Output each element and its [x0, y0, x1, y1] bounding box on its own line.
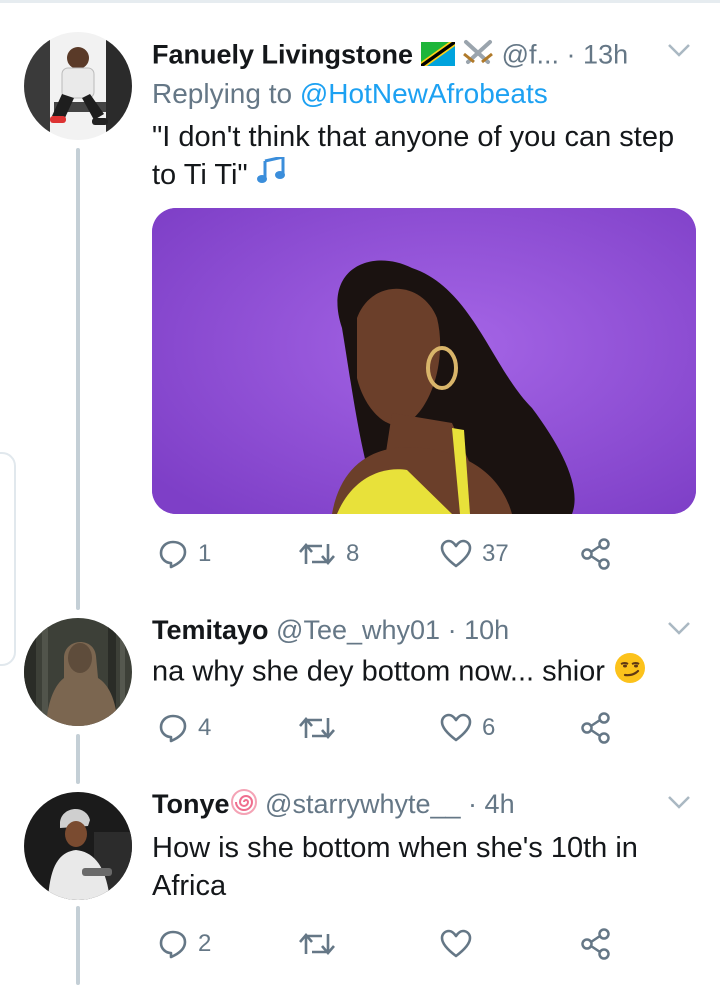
- share-button[interactable]: [580, 924, 612, 964]
- thread-line: [76, 906, 80, 985]
- replying-to-handle[interactable]: @HotNewAfrobeats: [300, 78, 548, 109]
- reply-icon: [159, 540, 187, 569]
- musical-notes-emoji: [256, 155, 286, 195]
- like-button[interactable]: 6: [440, 708, 495, 748]
- tweet-text-line: to Ti Ti": [152, 155, 674, 195]
- user-handle[interactable]: @f...: [502, 40, 559, 70]
- retweet-button[interactable]: [298, 708, 346, 748]
- tweet-actions: 4 6: [152, 708, 672, 748]
- timestamp[interactable]: 4h: [485, 789, 515, 819]
- thread-line: [76, 734, 80, 784]
- reply-icon: [159, 930, 187, 959]
- display-name[interactable]: Temitayo: [152, 615, 269, 645]
- display-name[interactable]: Fanuely Livingstone: [152, 40, 413, 70]
- side-panel-handle[interactable]: [0, 452, 16, 666]
- tweet-text: How is she bottom when she's 10th in Afr…: [152, 829, 638, 905]
- tweet-text: "I don't think that anyone of you can st…: [152, 118, 674, 195]
- retweet-button[interactable]: 8: [298, 534, 359, 574]
- fish-cake-emoji: [230, 788, 258, 823]
- avatar[interactable]: [24, 618, 132, 726]
- smirking-face-emoji: [613, 651, 647, 695]
- user-handle[interactable]: @starrywhyte__: [265, 789, 460, 819]
- tweet-text-fragment: to Ti Ti": [152, 159, 248, 191]
- retweet-icon: [299, 717, 335, 739]
- reply-count: 4: [198, 714, 212, 741]
- separator-dot: ·: [468, 789, 478, 819]
- reply-count: 1: [198, 540, 212, 567]
- retweet-button[interactable]: [298, 924, 346, 964]
- thread-line: [76, 148, 80, 610]
- retweet-count: 8: [346, 540, 360, 567]
- separator-dot: ·: [566, 39, 576, 70]
- heart-icon: [440, 929, 472, 958]
- separator-dot: ·: [447, 615, 457, 645]
- replying-to-label: Replying to: [152, 78, 293, 109]
- share-icon: [581, 712, 610, 744]
- tweet-header: Fanuely Livingstone @f... · 13h: [152, 38, 628, 75]
- reply-icon: [159, 714, 187, 743]
- replying-to: Replying to @HotNewAfrobeats: [152, 76, 548, 112]
- tweet-header: Tonye @starrywhyte__ · 4h: [152, 788, 515, 823]
- share-button[interactable]: [580, 534, 612, 574]
- chevron-down-icon[interactable]: [666, 42, 692, 58]
- tweet-header: Temitayo @Tee_why01 · 10h: [152, 614, 509, 646]
- avatar[interactable]: [24, 792, 132, 900]
- tweet-text-line: Africa: [152, 870, 227, 902]
- tweet-photo[interactable]: [152, 208, 696, 514]
- heart-icon: [440, 713, 472, 742]
- user-handle[interactable]: @Tee_why01: [276, 615, 440, 645]
- retweet-icon: [299, 543, 335, 565]
- reply-button[interactable]: 4: [158, 708, 211, 748]
- share-button[interactable]: [580, 708, 612, 748]
- share-icon: [581, 928, 610, 960]
- top-divider: [0, 0, 720, 3]
- tweet-actions: 1 8 37: [152, 534, 672, 574]
- tweet-text-fragment: na why she dey bottom now... shior: [152, 655, 605, 688]
- retweet-icon: [299, 933, 335, 955]
- tanzania-flag-emoji: [420, 41, 455, 73]
- like-button[interactable]: 37: [440, 534, 509, 574]
- share-icon: [581, 538, 610, 570]
- timestamp[interactable]: 10h: [464, 615, 509, 645]
- avatar[interactable]: [24, 32, 132, 140]
- crossed-swords-emoji: [462, 38, 494, 75]
- chevron-down-icon[interactable]: [666, 794, 692, 810]
- heart-icon: [440, 539, 472, 568]
- like-button[interactable]: [440, 924, 482, 964]
- tweet-actions: 2: [152, 924, 672, 964]
- reply-count: 2: [198, 930, 212, 957]
- tweet-text: na why she dey bottom now... shior: [152, 651, 647, 695]
- tweet-text-line: "I don't think that anyone of you can st…: [152, 121, 675, 153]
- reply-button[interactable]: 2: [158, 924, 211, 964]
- reply-button[interactable]: 1: [158, 534, 211, 574]
- tweet-text-line: How is she bottom when she's 10th in: [152, 832, 638, 864]
- timestamp[interactable]: 13h: [583, 40, 628, 70]
- like-count: 6: [482, 714, 496, 741]
- like-count: 37: [482, 540, 509, 567]
- chevron-down-icon[interactable]: [666, 620, 692, 636]
- display-name[interactable]: Tonye: [152, 789, 230, 819]
